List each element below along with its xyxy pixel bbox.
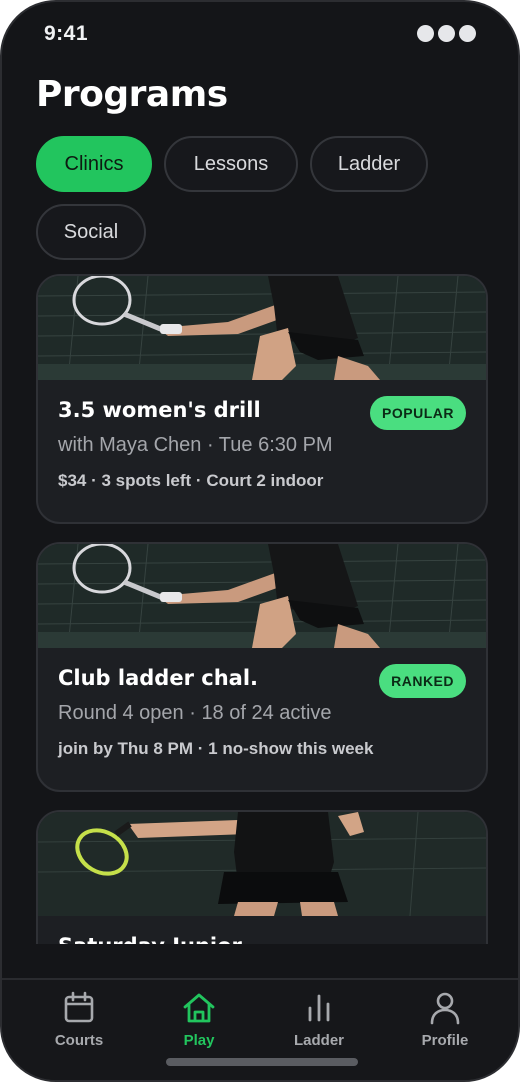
card-meta: join by Thu 8 PM · 1 no-show this week xyxy=(58,739,374,758)
program-card[interactable]: 3.5 women's drill POPULAR with Maya Chen… xyxy=(36,274,488,524)
tab-label: Courts xyxy=(54,1032,104,1049)
card-subtitle: with Maya Chen · Tue 6:30 PM xyxy=(58,434,333,456)
status-badge: POPULAR xyxy=(370,396,466,430)
user-icon xyxy=(430,992,460,1025)
filter-chip-social[interactable]: Social xyxy=(36,204,146,260)
more-icon[interactable] xyxy=(417,25,476,42)
card-photo xyxy=(38,812,486,916)
tennis-photo xyxy=(38,544,486,648)
tennis-photo xyxy=(38,812,486,916)
tab-label: Play xyxy=(183,1032,215,1049)
card-photo xyxy=(38,544,486,648)
filter-chip-lessons[interactable]: Lessons xyxy=(164,136,298,192)
program-card[interactable]: Saturday Junior xyxy=(36,810,488,944)
program-list[interactable]: 3.5 women's drill POPULAR with Maya Chen… xyxy=(2,274,518,944)
tennis-photo xyxy=(38,276,486,380)
filter-chip-clinics[interactable]: Clinics xyxy=(36,136,152,192)
dot xyxy=(459,25,476,42)
phone-screen: 9:41 Programs Clinics Lessons Ladder Soc… xyxy=(0,0,520,1082)
calendar-icon xyxy=(64,991,94,1023)
program-card[interactable]: Club ladder chal. RANKED Round 4 open · … xyxy=(36,542,488,792)
card-title: Saturday Junior xyxy=(58,934,466,944)
status-badge: RANKED xyxy=(379,664,466,698)
dot xyxy=(438,25,455,42)
dot xyxy=(417,25,434,42)
home-indicator xyxy=(166,1058,358,1066)
status-bar: 9:41 xyxy=(2,2,518,66)
page-title: Programs xyxy=(36,74,228,115)
card-meta: $34 · 3 spots left · Court 2 indoor xyxy=(58,471,324,490)
tab-courts[interactable]: Courts xyxy=(19,990,139,1049)
tab-label: Profile xyxy=(421,1032,469,1049)
status-time: 9:41 xyxy=(44,22,89,45)
tab-profile[interactable]: Profile xyxy=(385,990,505,1049)
tab-play[interactable]: Play xyxy=(139,990,259,1049)
tab-bar: Courts Play Ladder Profile xyxy=(2,978,518,1080)
card-body: Club ladder chal. RANKED Round 4 open · … xyxy=(38,648,486,759)
home-icon xyxy=(183,993,215,1023)
tab-label: Ladder xyxy=(293,1032,344,1049)
card-photo xyxy=(38,276,486,380)
card-body: 3.5 women's drill POPULAR with Maya Chen… xyxy=(38,380,486,491)
card-body: Saturday Junior xyxy=(38,916,486,944)
bar-chart-icon xyxy=(308,994,330,1022)
filter-chip-ladder[interactable]: Ladder xyxy=(310,136,428,192)
card-subtitle: Round 4 open · 18 of 24 active xyxy=(58,702,332,724)
tab-ladder[interactable]: Ladder xyxy=(259,990,379,1049)
